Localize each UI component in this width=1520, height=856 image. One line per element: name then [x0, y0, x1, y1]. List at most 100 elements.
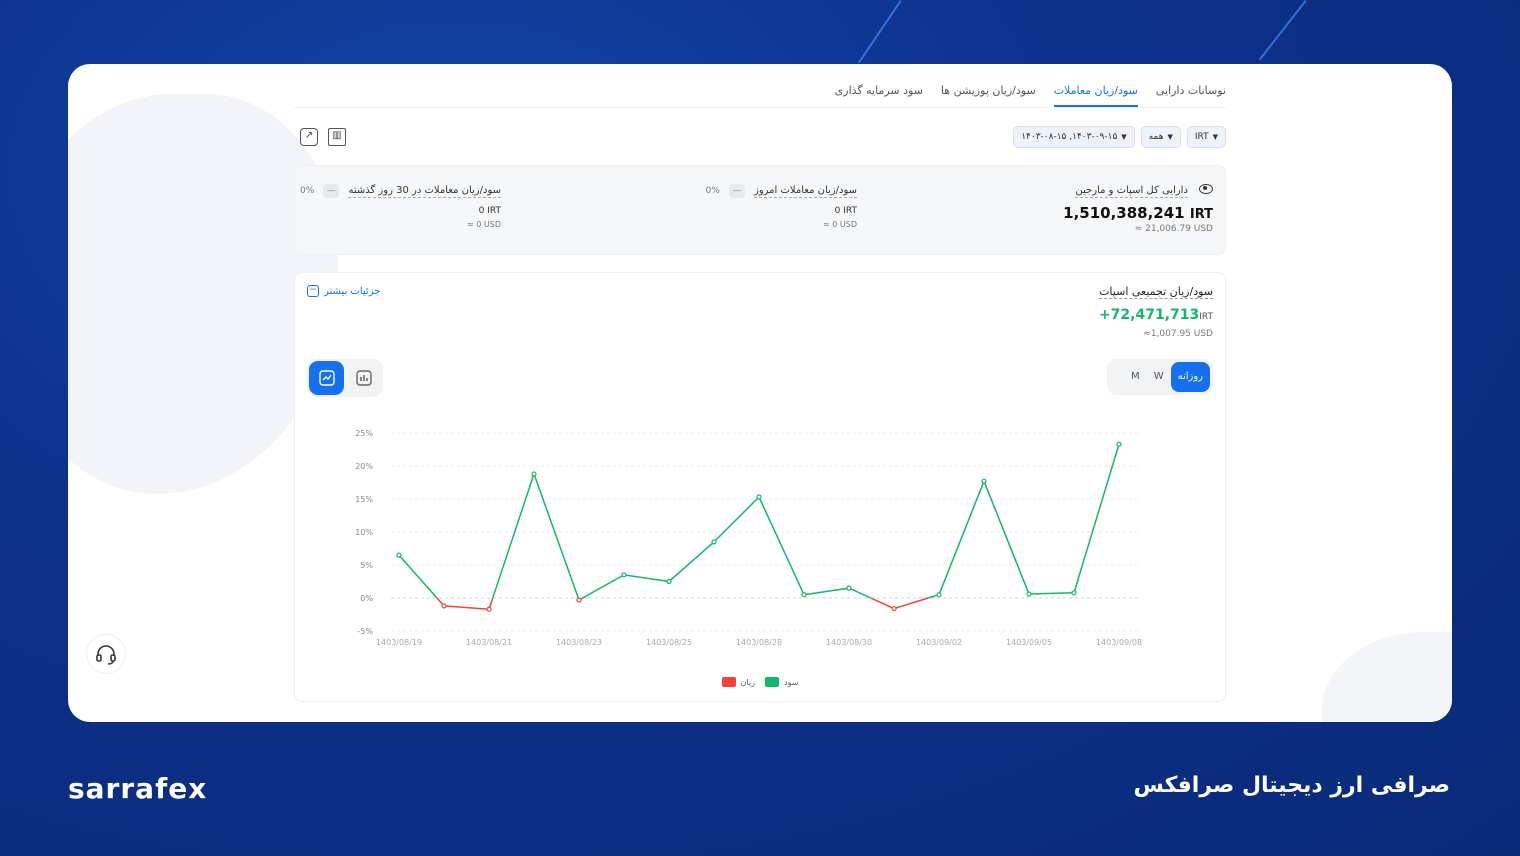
- total-assets-usd: ≈ 21,006.79 USD: [1134, 224, 1213, 234]
- pnl-line-chart: 25% 20% 15% 10% 5% 0% -5%1403/08/19 1403/08/21 1…: [355, 429, 1142, 647]
- support-button[interactable]: [86, 634, 126, 674]
- line-chart-icon: [318, 370, 335, 386]
- share-icon[interactable]: ↗: [300, 128, 318, 146]
- tab-bar: نوسانات دارایی سود/زیان معاملات سود/زیان…: [294, 78, 1226, 108]
- series-line-segment: [803, 587, 850, 596]
- period-monthly-button[interactable]: M: [1124, 362, 1147, 392]
- data-point: [801, 592, 807, 598]
- y-tick-label: 20%: [355, 462, 373, 471]
- bar-chart-button[interactable]: [346, 361, 381, 395]
- today-pnl-chip: —: [728, 184, 745, 198]
- period-daily-button[interactable]: روزانه: [1170, 362, 1210, 392]
- series-line-segment: [623, 574, 670, 583]
- eye-icon[interactable]: [1199, 183, 1213, 194]
- legend-swatch-profit: [765, 677, 779, 687]
- cumulative-unit: IRT: [1199, 312, 1213, 322]
- series-line-segment: [443, 605, 490, 610]
- today-pnl-block: 0% — سود/زیان معاملات امروز 0 IRT ≈ 0 US…: [706, 178, 857, 229]
- series-line-segment: [713, 496, 760, 543]
- today-pnl-value: 0 IRT: [834, 206, 857, 216]
- period-weekly-button[interactable]: W: [1147, 362, 1171, 392]
- series-line-segment: [983, 480, 1030, 595]
- decor-blob: [1322, 632, 1452, 722]
- series-line-segment: [1028, 591, 1075, 595]
- total-assets-title: دارایی کل اسپات و مارجین: [1075, 185, 1188, 198]
- legend-label-profit: سود: [784, 677, 799, 687]
- x-tick-label: 1403/09/08: [1096, 638, 1142, 647]
- tab-trades-pnl[interactable]: سود/زیان معاملات: [1053, 78, 1138, 107]
- total-assets-number: 1,510,388,241: [1063, 204, 1185, 222]
- more-details-link[interactable]: − جزئیات بیشتر: [307, 285, 380, 297]
- data-point: [531, 471, 537, 477]
- data-point: [576, 597, 582, 603]
- tab-asset-fluctuations[interactable]: نوسانات دارایی: [1156, 78, 1226, 107]
- last30-pnl-chip: —: [323, 184, 340, 198]
- series-line-segment: [582, 574, 625, 599]
- collapse-icon: −: [307, 285, 319, 297]
- chart-type-toggle: [307, 359, 383, 397]
- y-tick-label: 0%: [360, 594, 373, 603]
- last30-pnl-value: 0 IRT: [478, 206, 501, 216]
- toolbar: ↗ ▥: [300, 128, 346, 146]
- series-line-segment: [668, 541, 715, 583]
- series-line-segment: [758, 496, 805, 596]
- chevron-down-icon: ▼: [1121, 133, 1127, 141]
- x-tick-label: 1403/08/28: [736, 638, 782, 647]
- cumulative-value: +72,471,713IRT: [1099, 307, 1213, 323]
- brand-logo: sarrafex: [68, 772, 208, 805]
- data-point: [1026, 591, 1032, 597]
- date-range-value: ۱۴۰۳-۰۸-۱۵ ,۱۴۰۳-۰۹-۱۵: [1021, 132, 1118, 142]
- x-tick-label: 1403/09/02: [916, 638, 962, 647]
- data-point: [846, 585, 852, 591]
- data-point: [1116, 441, 1122, 447]
- tab-positions-pnl[interactable]: سود/زیان پوزیشن ها: [941, 78, 1036, 107]
- data-point: [486, 606, 492, 612]
- total-assets-value: 1,510,388,241 IRT: [1063, 204, 1213, 222]
- data-point: [711, 539, 717, 545]
- last30-pnl-block: 0% — سود/زیان معاملات در 30 روز گذشته 0 …: [300, 178, 501, 229]
- series-line-segment: [533, 473, 579, 599]
- series-line-segment: [492, 473, 535, 599]
- data-point: [1071, 590, 1077, 596]
- series-line-segment: [870, 597, 895, 610]
- series-line-segment: [1073, 444, 1120, 593]
- today-pnl-pct: 0%: [705, 186, 720, 196]
- x-tick-label: 1403/09/05: [1006, 638, 1052, 647]
- today-pnl-usd: ≈ 0 USD: [823, 220, 857, 229]
- currency-select[interactable]: IRT ▼: [1186, 126, 1226, 148]
- x-tick-label: 1403/08/23: [556, 638, 602, 647]
- cumulative-pnl-panel: سود/زیان تجمیعی اسپات +72,471,713IRT ≈1,…: [294, 272, 1226, 702]
- footer-title: صرافی ارز دیجیتال صرافکس: [1133, 773, 1451, 798]
- x-tick-label: 1403/08/19: [376, 638, 422, 647]
- last30-pnl-usd: ≈ 0 USD: [467, 220, 501, 229]
- series-line-segment: [938, 480, 985, 595]
- headset-icon: [96, 645, 116, 665]
- currency-value: IRT: [1194, 132, 1209, 142]
- x-tick-label: 1403/08/21: [466, 638, 512, 647]
- data-point: [441, 603, 447, 609]
- cumulative-usd: ≈1,007.95 USD: [1143, 329, 1213, 339]
- last30-pnl-pct: 0%: [300, 186, 315, 196]
- main-card: نوسانات دارایی سود/زیان معاملات سود/زیان…: [68, 64, 1452, 722]
- series-line-segment: [893, 597, 929, 610]
- tab-investment-profit[interactable]: سود سرمایه گذاری: [835, 78, 923, 107]
- legend-item-profit[interactable]: سود: [765, 677, 798, 687]
- x-tick-label: 1403/08/25: [646, 638, 692, 647]
- total-assets-unit: IRT: [1189, 207, 1213, 222]
- more-details-label: جزئیات بیشتر: [324, 285, 381, 297]
- data-point: [666, 578, 672, 585]
- chart-legend: سود زیان: [295, 677, 1225, 687]
- data-point: [756, 494, 762, 500]
- filter-bar: IRT ▼ همه ▼ ۱۴۰۳-۰۸-۱۵ ,۱۴۰۳-۰۹-۱۵ ▼: [1013, 126, 1226, 148]
- scope-select[interactable]: همه ▼: [1140, 126, 1181, 148]
- line-chart-button[interactable]: [309, 361, 344, 395]
- legend-item-loss[interactable]: زیان: [721, 677, 755, 687]
- bar-chart-icon: [355, 370, 372, 386]
- series-line-segment: [848, 587, 872, 599]
- today-pnl-title: سود/زیان معاملات امروز: [753, 185, 857, 198]
- y-tick-label: 5%: [360, 561, 373, 570]
- data-point: [621, 572, 627, 578]
- map-icon[interactable]: ▥: [328, 128, 346, 146]
- date-range-select[interactable]: ۱۴۰۳-۰۸-۱۵ ,۱۴۰۳-۰۹-۱۵ ▼: [1013, 126, 1135, 148]
- scope-value: همه: [1148, 132, 1164, 142]
